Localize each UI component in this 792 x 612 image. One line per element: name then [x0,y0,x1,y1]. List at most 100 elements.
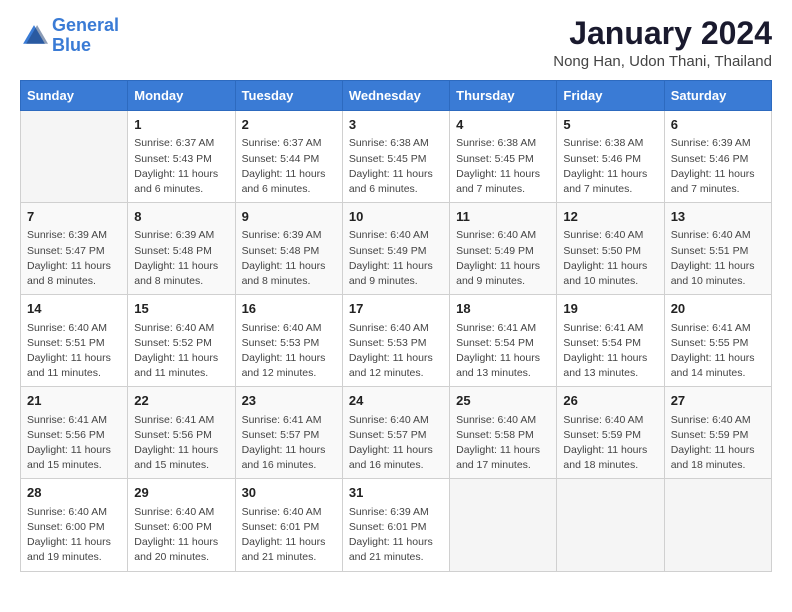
calendar-cell: 12 Sunrise: 6:40 AM Sunset: 5:50 PM Dayli… [557,203,664,295]
day-info: Sunrise: 6:40 AM Sunset: 5:50 PM Dayligh… [563,228,657,289]
calendar-cell: 19 Sunrise: 6:41 AM Sunset: 5:54 PM Dayli… [557,295,664,387]
calendar-table: SundayMondayTuesdayWednesdayThursdayFrid… [20,80,772,571]
calendar-cell: 7 Sunrise: 6:39 AM Sunset: 5:47 PM Daylig… [21,203,128,295]
day-info: Sunrise: 6:40 AM Sunset: 5:58 PM Dayligh… [456,413,550,474]
day-number: 12 [563,208,657,226]
day-number: 16 [242,300,336,318]
calendar-cell: 6 Sunrise: 6:39 AM Sunset: 5:46 PM Daylig… [664,111,771,203]
day-number: 18 [456,300,550,318]
day-info: Sunrise: 6:41 AM Sunset: 5:54 PM Dayligh… [456,321,550,382]
day-number: 28 [27,484,121,502]
calendar-body: 1 Sunrise: 6:37 AM Sunset: 5:43 PM Daylig… [21,111,772,571]
day-info: Sunrise: 6:41 AM Sunset: 5:57 PM Dayligh… [242,413,336,474]
day-info: Sunrise: 6:40 AM Sunset: 5:51 PM Dayligh… [671,228,765,289]
day-number: 23 [242,392,336,410]
day-number: 31 [349,484,443,502]
day-number: 5 [563,116,657,134]
calendar-cell: 17 Sunrise: 6:40 AM Sunset: 5:53 PM Dayli… [342,295,449,387]
day-info: Sunrise: 6:41 AM Sunset: 5:54 PM Dayligh… [563,321,657,382]
calendar-cell: 1 Sunrise: 6:37 AM Sunset: 5:43 PM Daylig… [128,111,235,203]
location-title: Nong Han, Udon Thani, Thailand [553,53,772,70]
calendar-cell: 13 Sunrise: 6:40 AM Sunset: 5:51 PM Dayli… [664,203,771,295]
logo: General Blue [20,16,119,56]
weekday-header-wednesday: Wednesday [342,81,449,111]
day-info: Sunrise: 6:40 AM Sunset: 5:59 PM Dayligh… [563,413,657,474]
day-number: 10 [349,208,443,226]
day-info: Sunrise: 6:40 AM Sunset: 5:57 PM Dayligh… [349,413,443,474]
calendar-cell: 26 Sunrise: 6:40 AM Sunset: 5:59 PM Dayli… [557,387,664,479]
day-info: Sunrise: 6:39 AM Sunset: 6:01 PM Dayligh… [349,505,443,566]
day-info: Sunrise: 6:39 AM Sunset: 5:46 PM Dayligh… [671,136,765,197]
day-info: Sunrise: 6:40 AM Sunset: 6:01 PM Dayligh… [242,505,336,566]
calendar-week-row: 28Sunrise: 6:40 AM Sunset: 6:00 PM Dayli… [21,479,772,571]
day-info: Sunrise: 6:37 AM Sunset: 5:44 PM Dayligh… [242,136,336,197]
day-info: Sunrise: 6:41 AM Sunset: 5:56 PM Dayligh… [134,413,228,474]
day-number: 3 [349,116,443,134]
calendar-cell: 24 Sunrise: 6:40 AM Sunset: 5:57 PM Dayli… [342,387,449,479]
day-number: 29 [134,484,228,502]
day-info: Sunrise: 6:40 AM Sunset: 5:52 PM Dayligh… [134,321,228,382]
day-number: 13 [671,208,765,226]
day-info: Sunrise: 6:38 AM Sunset: 5:45 PM Dayligh… [349,136,443,197]
calendar-cell: 8 Sunrise: 6:39 AM Sunset: 5:48 PM Daylig… [128,203,235,295]
day-number: 15 [134,300,228,318]
day-info: Sunrise: 6:40 AM Sunset: 5:59 PM Dayligh… [671,413,765,474]
day-info: Sunrise: 6:40 AM Sunset: 5:49 PM Dayligh… [456,228,550,289]
calendar-week-row: 21 Sunrise: 6:41 AM Sunset: 5:56 PM Dayli… [21,387,772,479]
calendar-cell: 3 Sunrise: 6:38 AM Sunset: 5:45 PM Daylig… [342,111,449,203]
day-number: 8 [134,208,228,226]
day-info: Sunrise: 6:37 AM Sunset: 5:43 PM Dayligh… [134,136,228,197]
calendar-cell: 23 Sunrise: 6:41 AM Sunset: 5:57 PM Dayli… [235,387,342,479]
logo-text: General Blue [52,16,119,56]
weekday-header-saturday: Saturday [664,81,771,111]
calendar-cell: 22 Sunrise: 6:41 AM Sunset: 5:56 PM Dayli… [128,387,235,479]
calendar-cell [21,111,128,203]
day-number: 22 [134,392,228,410]
day-number: 9 [242,208,336,226]
day-number: 14 [27,300,121,318]
weekday-header-monday: Monday [128,81,235,111]
day-info: Sunrise: 6:40 AM Sunset: 5:49 PM Dayligh… [349,228,443,289]
day-info: Sunrise: 6:41 AM Sunset: 5:56 PM Dayligh… [27,413,121,474]
calendar-week-row: 1 Sunrise: 6:37 AM Sunset: 5:43 PM Daylig… [21,111,772,203]
day-info: Sunrise: 6:39 AM Sunset: 5:48 PM Dayligh… [242,228,336,289]
calendar-cell: 11 Sunrise: 6:40 AM Sunset: 5:49 PM Dayli… [450,203,557,295]
day-number: 24 [349,392,443,410]
day-info: Sunrise: 6:41 AM Sunset: 5:55 PM Dayligh… [671,321,765,382]
day-number: 6 [671,116,765,134]
calendar-week-row: 7 Sunrise: 6:39 AM Sunset: 5:47 PM Daylig… [21,203,772,295]
calendar-cell: 10 Sunrise: 6:40 AM Sunset: 5:49 PM Dayli… [342,203,449,295]
day-number: 11 [456,208,550,226]
day-number: 17 [349,300,443,318]
day-number: 21 [27,392,121,410]
day-number: 4 [456,116,550,134]
weekday-header-sunday: Sunday [21,81,128,111]
day-number: 1 [134,116,228,134]
calendar-cell: 28Sunrise: 6:40 AM Sunset: 6:00 PM Dayli… [21,479,128,571]
day-info: Sunrise: 6:40 AM Sunset: 5:53 PM Dayligh… [242,321,336,382]
calendar-cell: 15 Sunrise: 6:40 AM Sunset: 5:52 PM Dayli… [128,295,235,387]
calendar-cell: 5Sunrise: 6:38 AM Sunset: 5:46 PM Daylig… [557,111,664,203]
calendar-cell: 29Sunrise: 6:40 AM Sunset: 6:00 PM Dayli… [128,479,235,571]
logo-icon [20,22,48,50]
day-number: 30 [242,484,336,502]
day-number: 26 [563,392,657,410]
calendar-cell: 16 Sunrise: 6:40 AM Sunset: 5:53 PM Dayli… [235,295,342,387]
day-number: 27 [671,392,765,410]
calendar-cell [664,479,771,571]
day-number: 7 [27,208,121,226]
day-info: Sunrise: 6:40 AM Sunset: 5:53 PM Dayligh… [349,321,443,382]
calendar-week-row: 14Sunrise: 6:40 AM Sunset: 5:51 PM Dayli… [21,295,772,387]
calendar-cell [557,479,664,571]
day-info: Sunrise: 6:39 AM Sunset: 5:48 PM Dayligh… [134,228,228,289]
calendar-cell: 21 Sunrise: 6:41 AM Sunset: 5:56 PM Dayli… [21,387,128,479]
calendar-cell: 20Sunrise: 6:41 AM Sunset: 5:55 PM Dayli… [664,295,771,387]
day-number: 2 [242,116,336,134]
calendar-cell: 2 Sunrise: 6:37 AM Sunset: 5:44 PM Daylig… [235,111,342,203]
calendar-header: SundayMondayTuesdayWednesdayThursdayFrid… [21,81,772,111]
day-info: Sunrise: 6:39 AM Sunset: 5:47 PM Dayligh… [27,228,121,289]
calendar-cell: 27 Sunrise: 6:40 AM Sunset: 5:59 PM Dayli… [664,387,771,479]
day-number: 19 [563,300,657,318]
calendar-cell: 4Sunrise: 6:38 AM Sunset: 5:45 PM Daylig… [450,111,557,203]
calendar-cell: 18 Sunrise: 6:41 AM Sunset: 5:54 PM Dayli… [450,295,557,387]
